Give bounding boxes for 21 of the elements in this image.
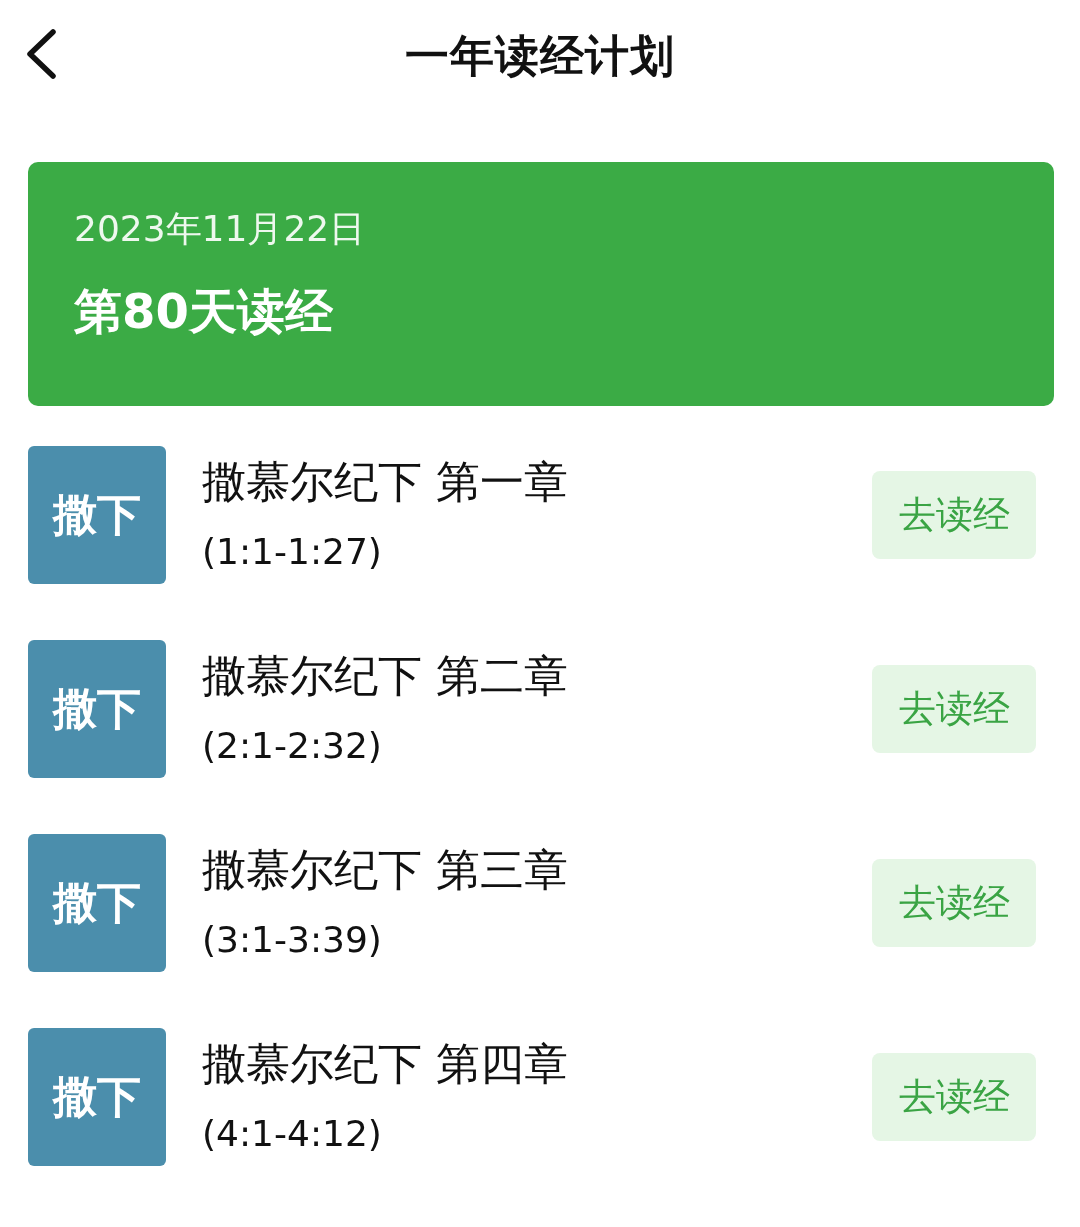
verse-range: (1:1-1:27) (202, 530, 383, 574)
book-badge: 撒下 (28, 446, 166, 584)
verse-range: (4:1-4:12) (202, 1112, 383, 1156)
date-text: 2023年11月22日 (74, 207, 367, 251)
verse-range: (3:1-3:39) (202, 918, 383, 962)
book-badge: 撒下 (28, 834, 166, 972)
page-title: 一年读经计划 (405, 28, 675, 83)
chapter-title: 撒慕尔纪下 第四章 (202, 1038, 569, 1090)
back-icon (24, 28, 58, 80)
read-button[interactable]: 去读经 (872, 1053, 1036, 1141)
book-badge: 撒下 (28, 1028, 166, 1166)
book-badge: 撒下 (28, 640, 166, 778)
chapter-title: 撒慕尔纪下 第一章 (202, 456, 569, 508)
back-button[interactable] (24, 28, 58, 80)
read-button[interactable]: 去读经 (872, 859, 1036, 947)
day-text: 第80天读经 (74, 282, 334, 340)
read-button[interactable]: 去读经 (872, 471, 1036, 559)
read-button[interactable]: 去读经 (872, 665, 1036, 753)
chapter-title: 撒慕尔纪下 第二章 (202, 650, 569, 702)
chapter-title: 撒慕尔纪下 第三章 (202, 844, 569, 896)
verse-range: (2:1-2:32) (202, 724, 383, 768)
